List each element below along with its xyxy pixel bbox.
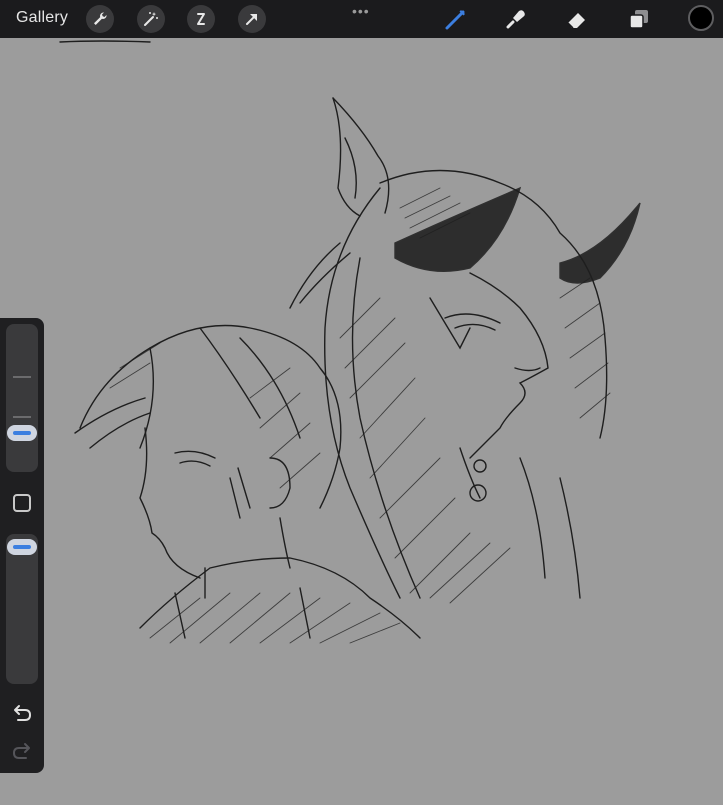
drawing-canvas[interactable]: [0, 38, 723, 800]
adjustments-button[interactable]: [137, 5, 165, 33]
layers-button[interactable]: [625, 5, 653, 33]
eraser-tool-button[interactable]: [563, 5, 591, 33]
slider-tick: [13, 416, 31, 418]
sketch-drawing: [59, 40, 641, 644]
handle-indicator: [13, 545, 31, 549]
color-picker-button[interactable]: [688, 5, 714, 31]
top-toolbar: Gallery •••: [0, 0, 723, 38]
transform-arrow-icon: [246, 14, 257, 25]
magic-wand-icon: [144, 12, 158, 26]
selection-icon: [197, 13, 205, 25]
redo-icon[interactable]: [11, 742, 33, 762]
slider-tick: [13, 376, 31, 378]
opacity-slider[interactable]: [6, 534, 38, 684]
more-options-button[interactable]: •••: [352, 3, 370, 19]
selection-button[interactable]: [187, 5, 215, 33]
actions-button[interactable]: [86, 5, 114, 33]
eraser-icon: [567, 13, 585, 29]
brush-tool-button[interactable]: [442, 5, 470, 33]
gallery-button[interactable]: Gallery: [16, 9, 68, 27]
smudge-icon: [506, 10, 525, 29]
wrench-icon: [94, 12, 107, 25]
transform-button[interactable]: [238, 5, 266, 33]
smudge-tool-button[interactable]: [502, 5, 530, 33]
brush-size-slider[interactable]: [6, 324, 38, 472]
modify-button[interactable]: [13, 494, 31, 512]
undo-icon[interactable]: [11, 704, 33, 724]
layers-icon: [629, 10, 648, 29]
left-sidebar: [0, 318, 44, 773]
opacity-handle[interactable]: [7, 539, 37, 555]
brush-icon: [445, 10, 465, 30]
brush-size-handle[interactable]: [7, 425, 37, 441]
handle-indicator: [13, 431, 31, 435]
